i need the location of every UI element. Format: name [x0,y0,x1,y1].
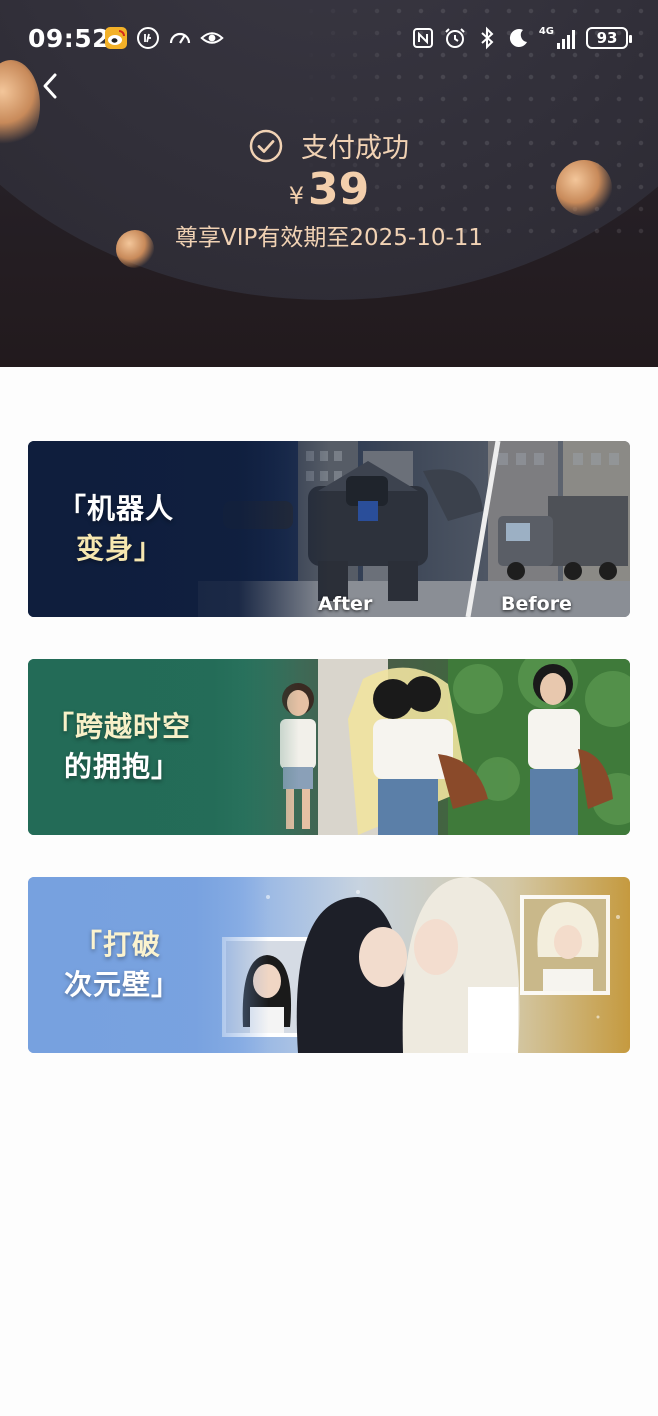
banner-title-line1: 「打破 [74,928,162,961]
banner-title-line2: 变身」 [76,532,164,565]
banner-title-line2: 的拥抱」 [64,750,181,783]
banner-robot-transform[interactable]: 「机器人 变身」 After Before [28,441,630,617]
after-label: After [318,593,373,615]
banner-title: 「机器人 变身」 [58,489,174,569]
currency-symbol: ¥ [288,182,305,210]
weibo-icon [104,26,128,50]
banner-title: 「打破 次元壁」 [58,925,180,1005]
nfc-icon [411,26,435,50]
payment-success-row: 支付成功 [0,126,658,165]
battery-level: 93 [596,29,618,47]
banner-title: 「跨越时空 的拥抱」 [46,707,191,787]
banner-timeless-hug[interactable]: 「跨越时空 的拥抱」 [28,659,630,835]
before-label: Before [501,593,572,615]
payment-status-text: 支付成功 [301,133,409,164]
banner-title-line1: 「跨越时空 [46,710,192,743]
speedometer-icon [168,26,192,50]
payment-amount: ¥ 39 [0,164,658,215]
status-icons-left [104,26,224,50]
status-bar: 09:52 4G 93 [0,22,658,58]
banner-title-line2: 次元壁」 [64,968,181,1001]
check-circle-icon [249,129,283,163]
status-time: 09:52 [28,24,111,53]
status-icons-right: 4G 93 [411,26,632,50]
vip-expiry-text: 尊享VIP有效期至2025-10-11 [174,225,484,251]
alarm-icon [443,26,467,50]
network-type: 4G [538,26,554,37]
moon-icon [507,26,531,50]
signal-icon: 4G [539,27,578,49]
amount-value: 39 [308,164,370,215]
back-button[interactable] [34,68,66,104]
battery-icon: 93 [586,27,632,49]
chevron-left-icon [43,73,57,99]
app-badge-icon [136,26,160,50]
banner-break-dimension[interactable]: 「打破 次元壁」 [28,877,630,1053]
eye-icon [200,26,224,50]
banner-title-line1: 「机器人 [58,492,175,525]
payment-header: 09:52 4G 93 支付成功 ¥ 39 尊享VIP有效期至2025-10-1… [0,0,658,367]
bluetooth-icon [475,26,499,50]
